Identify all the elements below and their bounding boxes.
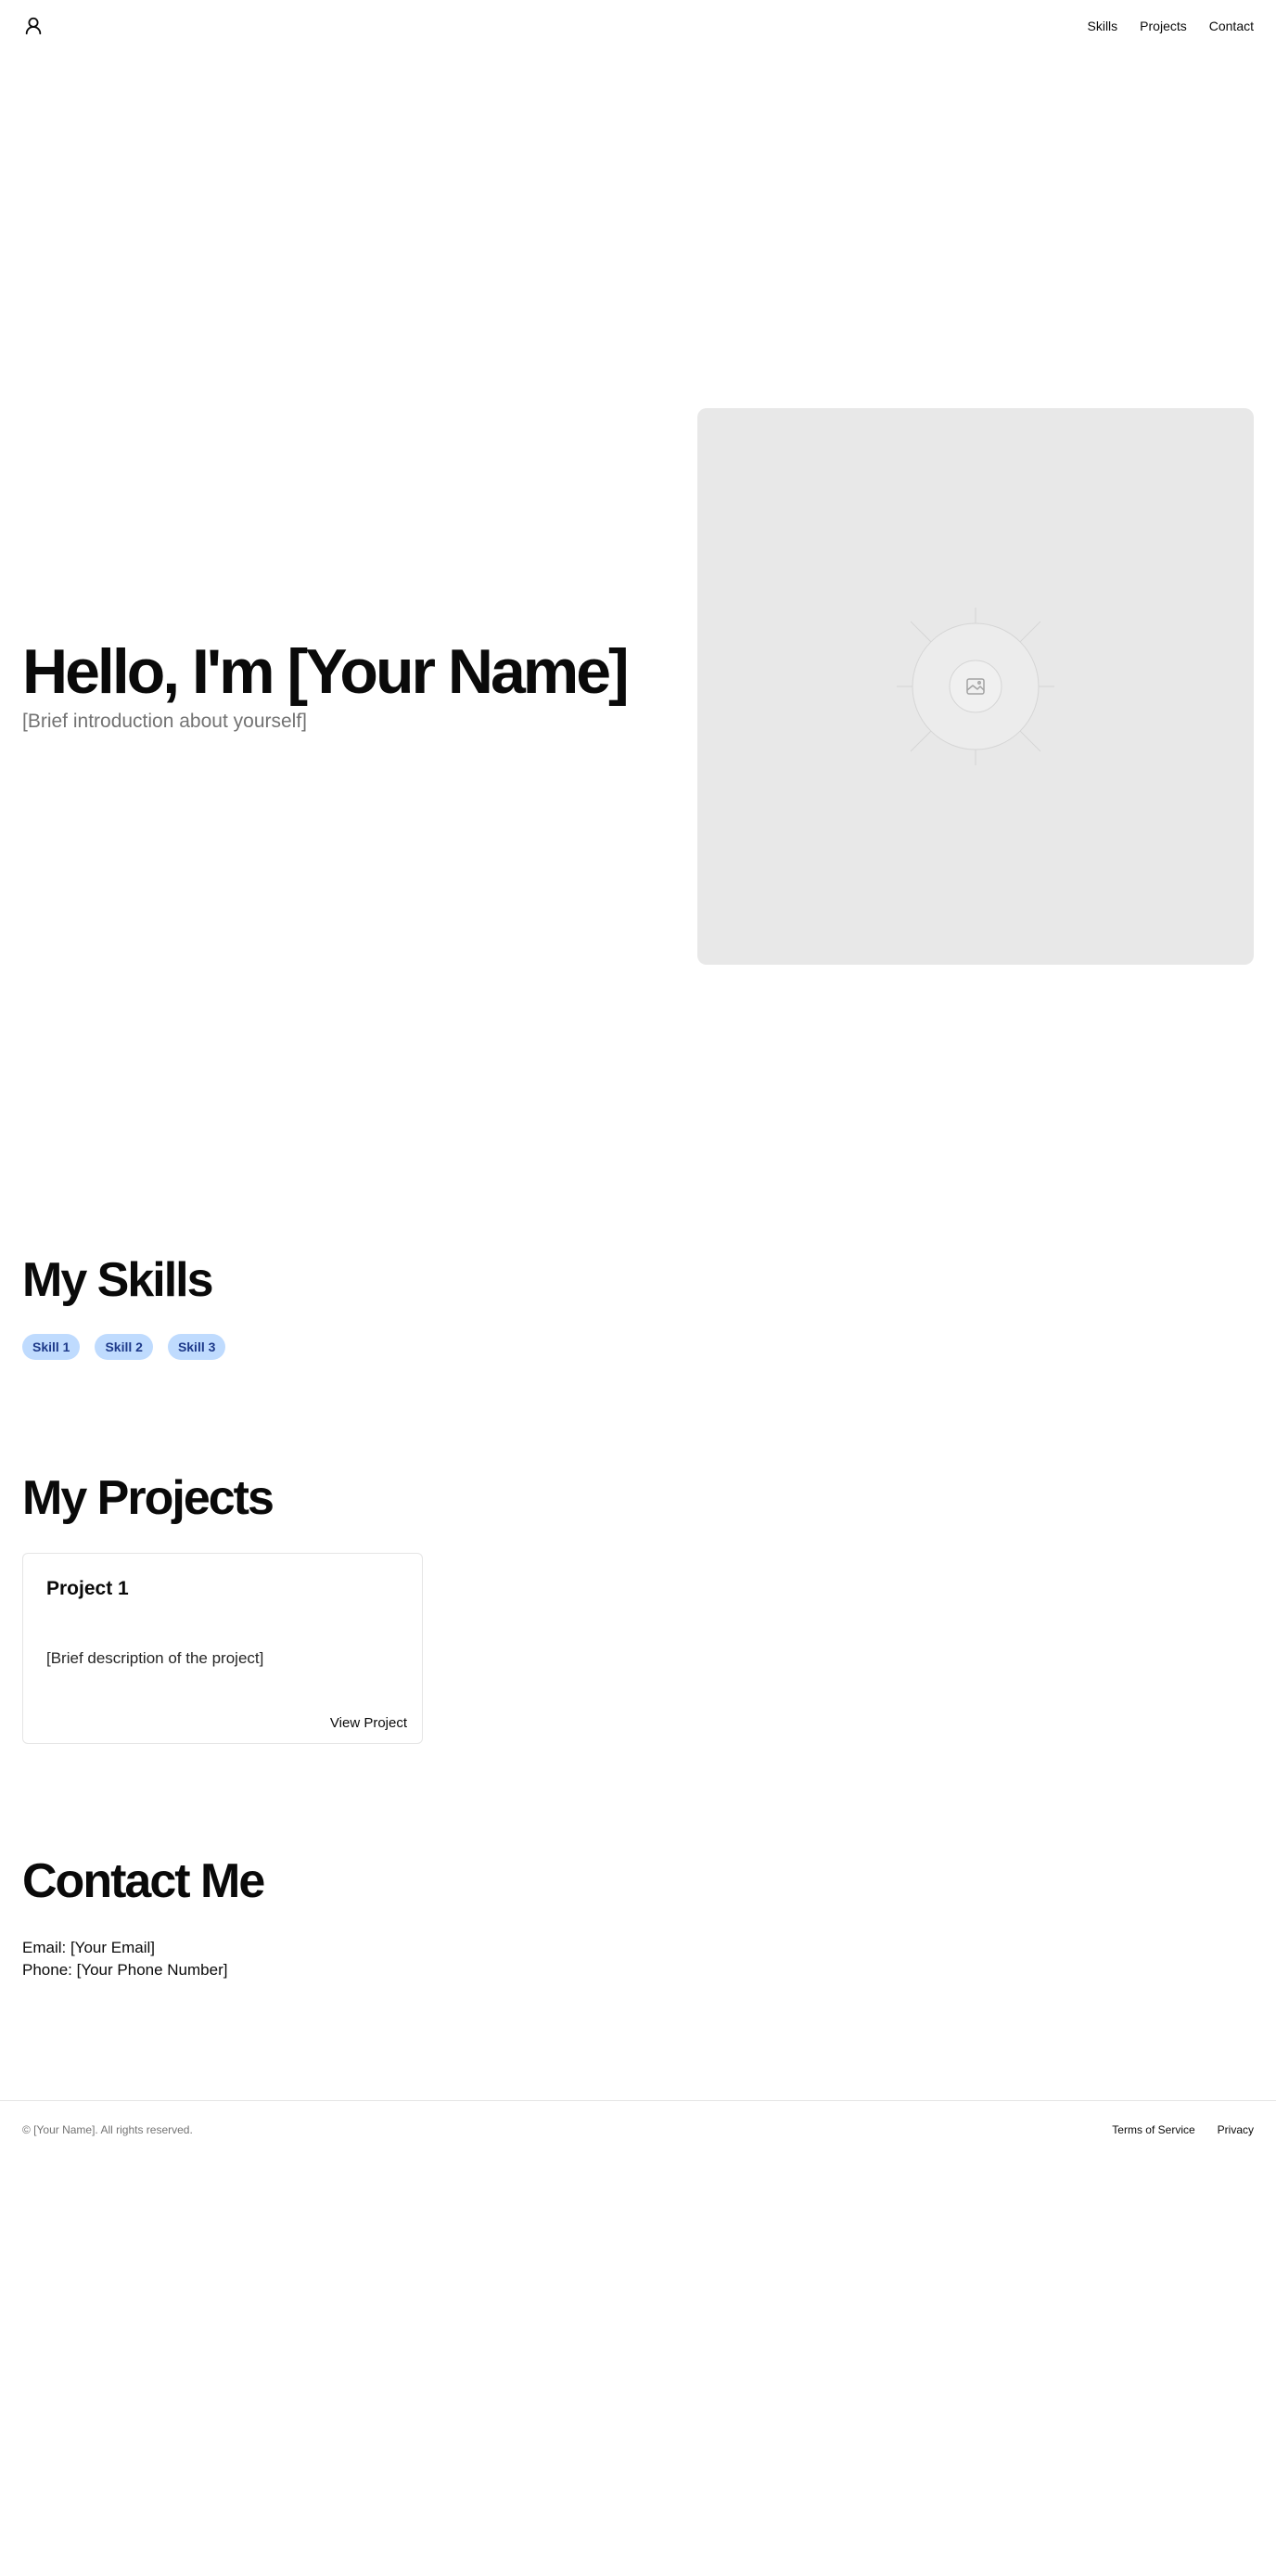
skill-badge: Skill 1 — [22, 1334, 81, 1360]
image-placeholder-icon — [897, 608, 1054, 765]
user-icon[interactable] — [22, 15, 45, 37]
portfolio-page: Skills Projects Contact Hello, I'm [Your… — [0, 0, 1276, 2576]
nav-link-contact[interactable]: Contact — [1209, 19, 1254, 33]
hero-title: Hello, I'm [Your Name] — [22, 636, 630, 707]
skills-list: Skill 1 Skill 2 Skill 3 — [22, 1334, 226, 1360]
contact-info: Email: [Your Email] Phone: [Your Phone N… — [22, 1937, 227, 1981]
footer-links: Terms of Service Privacy — [1112, 2123, 1254, 2136]
copyright-text: © [Your Name]. All rights reserved. — [22, 2122, 193, 2136]
nav-link-skills[interactable]: Skills — [1088, 19, 1118, 33]
nav-link-projects[interactable]: Projects — [1140, 19, 1187, 33]
contact-email: Email: [Your Email] — [22, 1939, 155, 1956]
terms-of-service-link[interactable]: Terms of Service — [1112, 2123, 1194, 2136]
skill-badge: Skill 3 — [167, 1334, 226, 1360]
site-footer: © [Your Name]. All rights reserved. Term… — [0, 2100, 1276, 2158]
project-title: Project 1 — [46, 1578, 129, 1599]
view-project-link[interactable]: View Project — [330, 1715, 407, 1731]
skill-badge: Skill 2 — [95, 1334, 153, 1360]
hero-subtitle: [Brief introduction about yourself] — [22, 711, 308, 732]
privacy-link[interactable]: Privacy — [1218, 2123, 1254, 2136]
contact-phone: Phone: [Your Phone Number] — [22, 1961, 228, 1979]
skills-title: My Skills — [22, 1253, 214, 1307]
contact-title: Contact Me — [22, 1854, 265, 1908]
project-description: [Brief description of the project] — [46, 1649, 264, 1667]
site-header: Skills Projects Contact — [0, 0, 1276, 52]
project-card: Project 1 [Brief description of the proj… — [22, 1553, 423, 1744]
main-nav: Skills Projects Contact — [1088, 19, 1255, 33]
hero-image-placeholder — [697, 408, 1254, 965]
projects-title: My Projects — [22, 1471, 274, 1525]
hero-text: Hello, I'm [Your Name] [Brief introducti… — [22, 636, 671, 735]
